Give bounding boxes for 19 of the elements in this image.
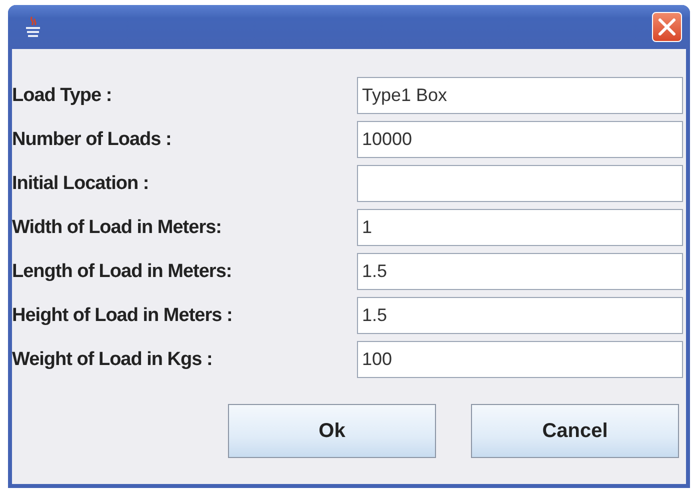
- input-field[interactable]: 1: [357, 209, 683, 246]
- dialog-button[interactable]: Cancel: [471, 404, 679, 458]
- field-label: Height of Load in Meters :: [12, 304, 234, 328]
- field-label: Length of Load in Meters:: [12, 260, 233, 284]
- input-field[interactable]: 100: [357, 341, 683, 378]
- close-button[interactable]: [652, 12, 682, 42]
- field-label: Load Type :: [12, 84, 113, 108]
- coffee-cup-icon: [24, 16, 42, 38]
- field-label: Number of Loads :: [12, 128, 172, 152]
- input-field[interactable]: 10000: [357, 121, 683, 158]
- field-label: Weight of Load in Kgs :: [12, 348, 214, 372]
- field-label: Initial Location :: [12, 172, 150, 196]
- input-field[interactable]: Type1 Box: [357, 77, 683, 114]
- dialog-button[interactable]: Ok: [228, 404, 436, 458]
- field-label: Width of Load in Meters:: [12, 216, 222, 240]
- input-field[interactable]: 1.5: [357, 253, 683, 290]
- close-icon: [656, 16, 678, 38]
- input-field[interactable]: 1.5: [357, 297, 683, 334]
- input-field[interactable]: [357, 165, 683, 202]
